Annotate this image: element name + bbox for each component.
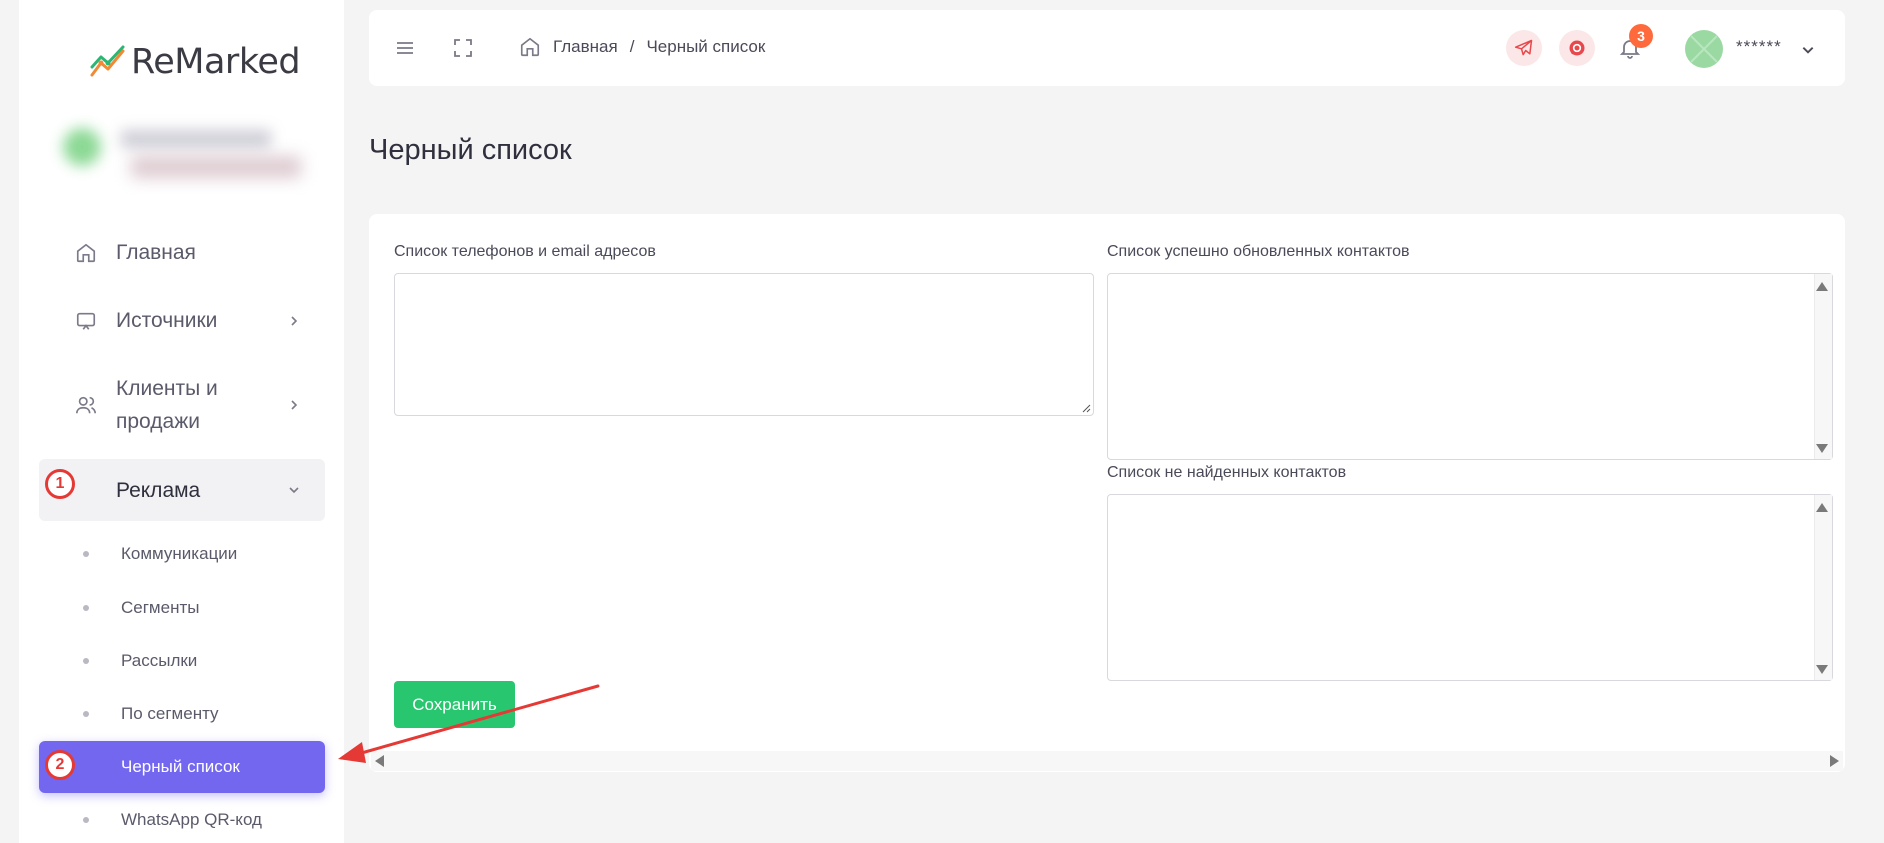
horizontal-scrollbar[interactable] xyxy=(371,751,1843,771)
sidebar-item-clients-sales[interactable]: Клиенты и продажи xyxy=(39,372,325,438)
bullet-icon xyxy=(83,817,89,823)
scroll-up-icon[interactable] xyxy=(1816,503,1828,512)
sidebar-subitem-label: По сегменту xyxy=(121,704,219,723)
sidebar-subitem-communications[interactable]: Коммуникации xyxy=(39,528,325,580)
chat-bubble-icon xyxy=(1569,40,1585,56)
step-1-badge: 1 xyxy=(45,469,75,499)
breadcrumb-separator: / xyxy=(629,37,635,56)
breadcrumb-current: Черный список xyxy=(646,37,766,56)
chevron-right-icon xyxy=(291,315,298,326)
notification-count-badge: 3 xyxy=(1629,24,1653,48)
sidebar-item-label: Источники xyxy=(116,309,218,332)
bullet-icon xyxy=(83,658,89,664)
logo-chart-icon xyxy=(90,45,125,77)
sidebar-item-label: Реклама xyxy=(116,478,201,502)
resize-grip-icon[interactable] xyxy=(1081,403,1091,413)
sidebar-subitem-label: Рассылки xyxy=(121,651,198,670)
breadcrumb-home-link[interactable]: Главная xyxy=(553,37,618,57)
save-button[interactable]: Сохранить xyxy=(394,681,515,728)
monitor-icon xyxy=(76,312,96,330)
contacts-list-label: Список телефонов и email адресов xyxy=(394,243,656,260)
home-icon[interactable] xyxy=(519,36,541,58)
menu-icon[interactable] xyxy=(393,36,417,60)
not-found-contacts-label: Список не найденных контактов xyxy=(1107,464,1347,481)
sidebar-item-home[interactable]: Главная xyxy=(39,236,325,269)
logo-text: ReMarked xyxy=(131,42,301,82)
sidebar-item-label: Главная xyxy=(116,241,196,264)
telegram-button[interactable] xyxy=(1506,30,1542,66)
sidebar-subitem-mailings[interactable]: Рассылки xyxy=(39,635,325,687)
username[interactable]: ****** xyxy=(1736,37,1782,57)
telegram-icon xyxy=(1514,39,1533,56)
topbar: Главная / Черный список 3 ****** xyxy=(369,10,1845,86)
updated-contacts-textarea[interactable] xyxy=(1107,273,1833,460)
sidebar: ReMarked Главная Источники Клиенты и про… xyxy=(19,0,344,843)
chevron-down-icon[interactable] xyxy=(1801,43,1815,57)
sidebar-item-sources[interactable]: Источники xyxy=(39,304,325,337)
not-found-contacts-textarea[interactable] xyxy=(1107,494,1833,681)
home-icon xyxy=(76,243,96,262)
sidebar-subitem-label: Сегменты xyxy=(121,598,200,617)
bullet-icon xyxy=(83,711,89,717)
users-icon xyxy=(76,396,96,414)
step-2-badge: 2 xyxy=(45,750,75,780)
sidebar-subitem-label: Коммуникации xyxy=(121,544,238,563)
sidebar-subitem-segments[interactable]: Сегменты xyxy=(39,582,325,634)
bullet-icon xyxy=(83,551,89,557)
chevron-down-icon xyxy=(289,487,299,494)
bullet-icon xyxy=(83,605,89,611)
fullscreen-icon[interactable] xyxy=(451,36,475,60)
chat-button[interactable] xyxy=(1559,30,1595,66)
sidebar-subitem-by-segment[interactable]: По сегменту xyxy=(39,688,325,740)
scroll-up-icon[interactable] xyxy=(1816,282,1828,291)
app-logo[interactable]: ReMarked xyxy=(89,42,301,82)
avatar[interactable] xyxy=(1685,30,1723,68)
page-title: Черный список xyxy=(369,134,572,166)
scroll-down-icon[interactable] xyxy=(1816,444,1828,453)
vertical-scrollbar[interactable] xyxy=(1814,495,1832,680)
sidebar-item-advertising[interactable]: Реклама xyxy=(39,459,325,521)
breadcrumb: Главная / Черный список xyxy=(519,36,765,58)
sidebar-subitem-label: WhatsApp QR-код xyxy=(121,810,262,829)
blurred-profile xyxy=(39,122,309,190)
blacklist-form-card: Список телефонов и email адресов Список … xyxy=(369,214,1845,772)
sidebar-subitem-blacklist[interactable]: Черный список xyxy=(39,741,325,793)
chevron-right-icon xyxy=(291,400,298,410)
sidebar-item-label: Клиенты и продажи xyxy=(116,377,218,433)
scroll-right-icon[interactable] xyxy=(1830,755,1839,767)
vertical-scrollbar[interactable] xyxy=(1814,274,1832,459)
sidebar-subitem-label: Черный список xyxy=(121,757,240,776)
contacts-list-textarea[interactable] xyxy=(394,273,1094,416)
scroll-left-icon[interactable] xyxy=(375,755,384,767)
updated-contacts-label: Список успешно обновленных контактов xyxy=(1107,243,1410,260)
scroll-down-icon[interactable] xyxy=(1816,665,1828,674)
avatar-placeholder-icon xyxy=(1690,35,1718,63)
sidebar-subitem-whatsapp-qr[interactable]: WhatsApp QR-код xyxy=(39,794,325,843)
